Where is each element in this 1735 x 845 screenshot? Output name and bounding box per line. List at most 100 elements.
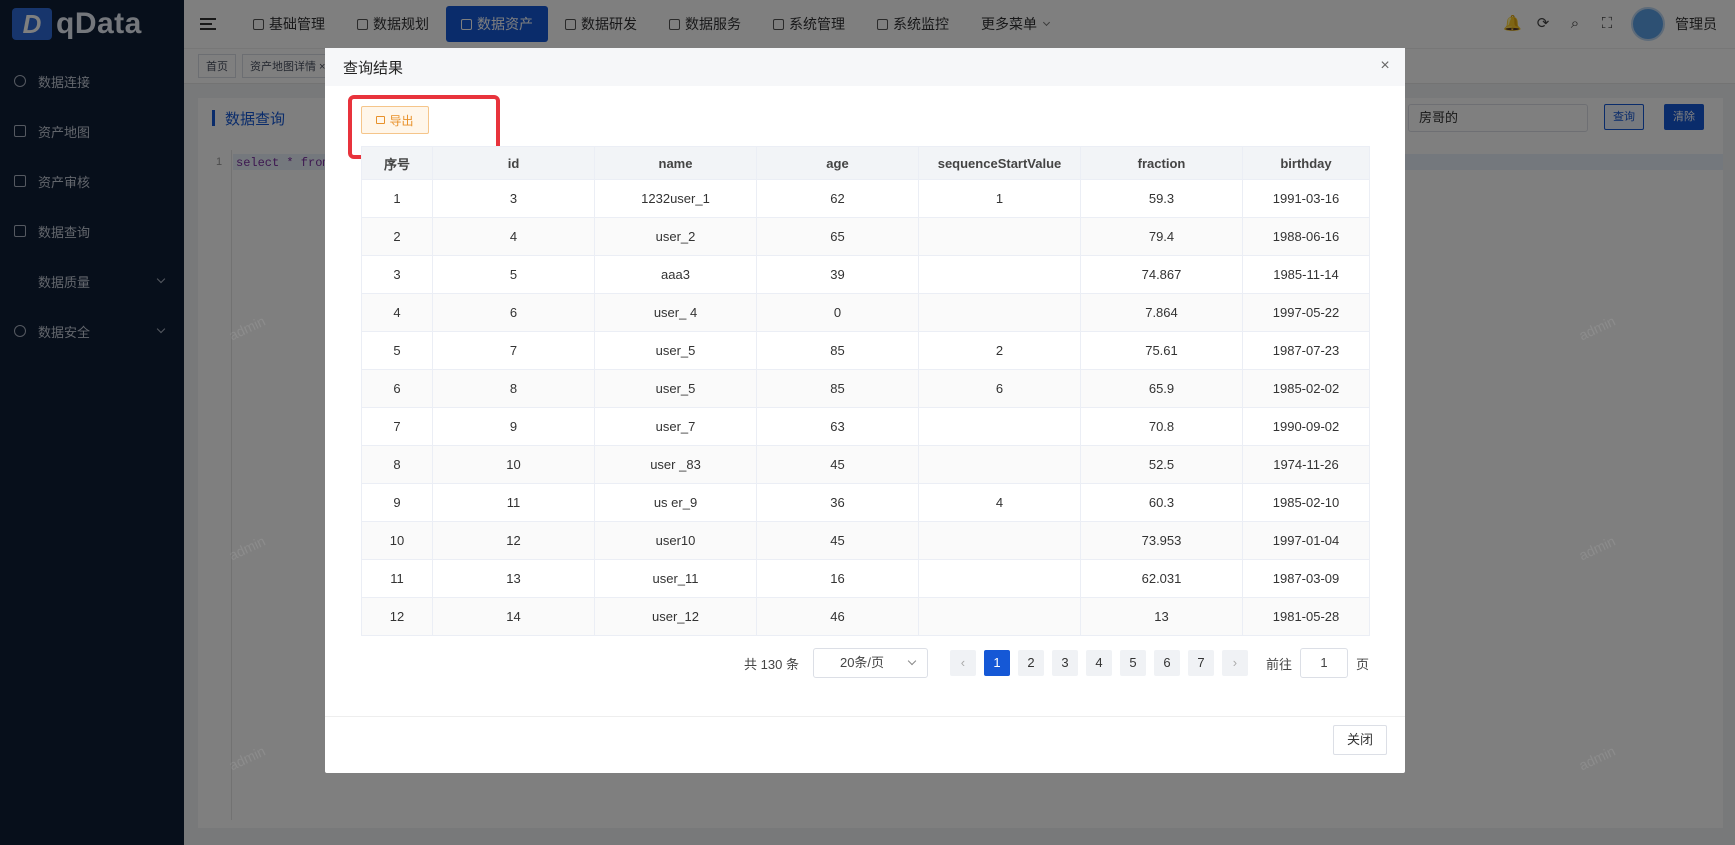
- table-cell: 9: [361, 483, 433, 522]
- table-cell: user10: [594, 521, 757, 560]
- table-header-row: 序号 id name age sequenceStartValue fraction bir…: [361, 146, 1370, 180]
- page-button-2[interactable]: 2: [1017, 650, 1044, 676]
- watermark: admin: [1576, 312, 1618, 344]
- table-row: 8 10 user _83 45 52.5 1974-11-26: [361, 445, 1370, 484]
- table-cell: 10: [361, 521, 433, 560]
- table-cell: 1985-11-14: [1242, 255, 1370, 294]
- table-cell: user_ 4: [594, 293, 757, 332]
- table-cell: user_7: [594, 407, 757, 446]
- table-row: 11 13 user_11 16 62.031 1987-03-09: [361, 559, 1370, 598]
- watermark: admin: [1576, 532, 1618, 564]
- table-cell: 1985-02-02: [1242, 369, 1370, 408]
- table-cell: 1997-01-04: [1242, 521, 1370, 560]
- page-button-3[interactable]: 3: [1051, 650, 1078, 676]
- table-cell: user_2: [594, 217, 757, 256]
- table-cell: 6: [918, 369, 1081, 408]
- table-cell: 5: [361, 331, 433, 370]
- table-cell: 70.8: [1080, 407, 1243, 446]
- goto-page-input[interactable]: 1: [1299, 648, 1348, 678]
- table-row: 9 11 us er_9 36 4 60.3 1985-02-10: [361, 483, 1370, 522]
- table-cell: 63: [756, 407, 919, 446]
- table-cell: 9: [432, 407, 595, 446]
- goto-label: 前往: [1265, 656, 1292, 672]
- table-cell: user_5: [594, 369, 757, 408]
- table-cell: 1997-05-22: [1242, 293, 1370, 332]
- table-cell: 75.61: [1080, 331, 1243, 370]
- watermark: admin: [1576, 742, 1618, 774]
- page-button-7[interactable]: 7: [1187, 650, 1214, 676]
- table-cell: 7: [361, 407, 433, 446]
- table-cell: 74.867: [1080, 255, 1243, 294]
- table-cell: aaa3: [594, 255, 757, 294]
- table-cell: 45: [756, 445, 919, 484]
- prev-page-button[interactable]: ‹: [949, 650, 976, 676]
- table-cell: us er_9: [594, 483, 757, 522]
- column-header: age: [756, 146, 919, 180]
- table-cell: user_12: [594, 597, 757, 636]
- table-cell: 11: [432, 483, 595, 522]
- table-cell: 65: [756, 217, 919, 256]
- table-cell: 36: [756, 483, 919, 522]
- table-cell: 3: [361, 255, 433, 294]
- table-row: 5 7 user_5 85 2 75.61 1987-07-23: [361, 331, 1370, 370]
- page-unit-label: 页: [1355, 656, 1369, 672]
- table-cell: 2: [361, 217, 433, 256]
- result-table: 序号 id name age sequenceStartValue fraction bir…: [361, 146, 1370, 636]
- page-button-5[interactable]: 5: [1119, 650, 1146, 676]
- dialog-footer: 关闭: [325, 716, 1405, 773]
- table-cell: 52.5: [1080, 445, 1243, 484]
- table-cell: 1974-11-26: [1242, 445, 1370, 484]
- column-header: id: [432, 146, 595, 180]
- table-cell: 14: [432, 597, 595, 636]
- table-cell: [918, 521, 1081, 560]
- dialog-header: 查询结果 ×: [325, 48, 1405, 86]
- table-cell: 13: [1080, 597, 1243, 636]
- table-cell: 1988-06-16: [1242, 217, 1370, 256]
- close-button[interactable]: 关闭: [1333, 725, 1387, 755]
- table-cell: [918, 293, 1081, 332]
- table-cell: 0: [756, 293, 919, 332]
- table-cell: 85: [756, 331, 919, 370]
- dialog-title: 查询结果: [343, 59, 404, 77]
- close-icon[interactable]: ×: [1377, 58, 1393, 74]
- table-row: 12 14 user_12 46 13 1981-05-28: [361, 597, 1370, 636]
- chevron-down-icon: [907, 656, 917, 666]
- column-header: birthday: [1242, 146, 1370, 180]
- watermark: admin: [226, 312, 268, 344]
- table-cell: 1: [361, 179, 433, 218]
- table-cell: 1990-09-02: [1242, 407, 1370, 446]
- table-cell: user_5: [594, 331, 757, 370]
- table-row: 3 5 aaa3 39 74.867 1985-11-14: [361, 255, 1370, 294]
- next-page-button[interactable]: ›: [1221, 650, 1248, 676]
- table-row: 6 8 user_5 85 6 65.9 1985-02-02: [361, 369, 1370, 408]
- table-cell: 8: [361, 445, 433, 484]
- table-cell: 73.953: [1080, 521, 1243, 560]
- table-cell: [918, 559, 1081, 598]
- table-cell: [918, 217, 1081, 256]
- table-cell: 1991-03-16: [1242, 179, 1370, 218]
- table-cell: 2: [918, 331, 1081, 370]
- page-size-select[interactable]: 20条/页: [812, 648, 928, 678]
- page-size-value: 20条/页: [839, 655, 885, 670]
- table-cell: 4: [361, 293, 433, 332]
- table-cell: user _83: [594, 445, 757, 484]
- watermark: admin: [226, 532, 268, 564]
- table-cell: 60.3: [1080, 483, 1243, 522]
- table-cell: 1981-05-28: [1242, 597, 1370, 636]
- table-cell: 1: [918, 179, 1081, 218]
- column-header: sequenceStartValue: [918, 146, 1081, 180]
- page-button-6[interactable]: 6: [1153, 650, 1180, 676]
- table-cell: 6: [432, 293, 595, 332]
- table-cell: 10: [432, 445, 595, 484]
- table-cell: [918, 597, 1081, 636]
- table-row: 10 12 user10 45 73.953 1997-01-04: [361, 521, 1370, 560]
- table-cell: 12: [432, 521, 595, 560]
- table-cell: 4: [432, 217, 595, 256]
- column-header: 序号: [361, 146, 433, 180]
- query-result-dialog: 查询结果 × 导出 序号 id name age sequenceStartValue f…: [325, 48, 1405, 773]
- page-button-1[interactable]: 1: [983, 650, 1010, 676]
- table-cell: 6: [361, 369, 433, 408]
- table-cell: 79.4: [1080, 217, 1243, 256]
- page-button-4[interactable]: 4: [1085, 650, 1112, 676]
- table-cell: 39: [756, 255, 919, 294]
